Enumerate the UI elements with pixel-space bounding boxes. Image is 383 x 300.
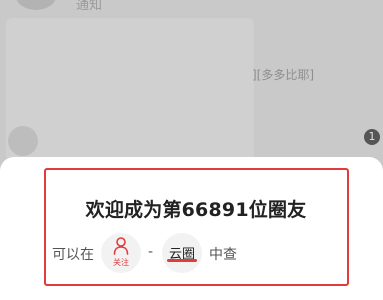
separator: - [148,244,154,260]
follow-button[interactable]: 关注 [101,233,141,273]
background-message-card [6,18,254,163]
instruction-prefix: 可以在 [52,247,94,263]
background-top-text: 通知 [76,0,103,13]
unread-badge: 1 [364,129,380,145]
person-icon [113,237,129,255]
welcome-title: 欢迎成为第66891位圈友 [85,199,307,221]
yunquan-underline [167,259,197,262]
avatar [16,0,56,10]
follow-label: 关注 [113,258,129,267]
highlight-box [44,168,349,286]
background-mid-text: ][多多比耶] [252,68,315,82]
yunquan-button[interactable]: 云圈 [162,233,202,273]
avatar [8,126,38,156]
instruction-suffix: 中查 [209,247,237,263]
